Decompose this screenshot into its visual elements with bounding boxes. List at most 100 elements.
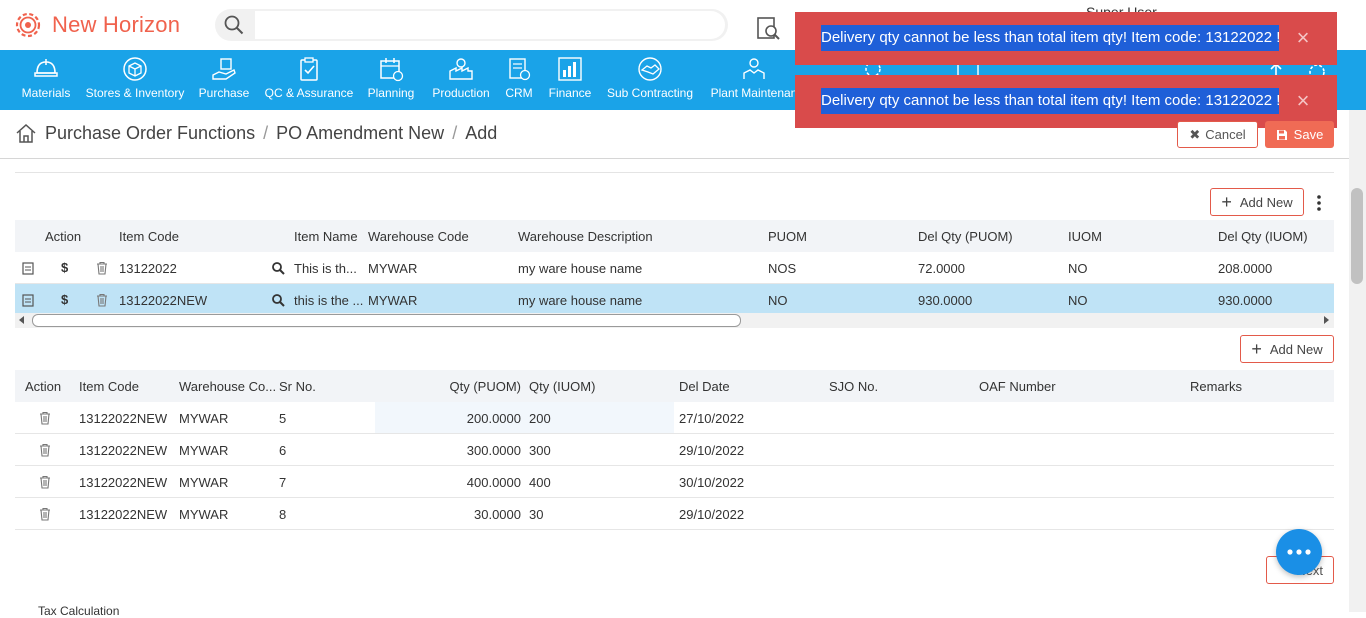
trash-icon[interactable] <box>38 411 52 425</box>
chat-button[interactable] <box>1276 529 1322 575</box>
nav-label: Finance <box>548 86 592 100</box>
sr-no: 5 <box>279 411 287 426</box>
cancel-button[interactable]: ✖ Cancel <box>1177 121 1258 148</box>
del-date[interactable]: 29/10/2022 <box>679 507 744 522</box>
horizontal-scrollbar[interactable] <box>15 313 1334 328</box>
nav-sub-contracting[interactable]: Sub Contracting <box>606 50 694 110</box>
global-search[interactable] <box>215 9 728 41</box>
column-header[interactable]: Item Code <box>79 379 139 394</box>
trash-icon[interactable] <box>38 475 52 489</box>
nav-materials[interactable]: Materials <box>21 50 71 110</box>
warehouse-code: MYWAR <box>179 411 229 426</box>
del-qty-puom: 72.0000 <box>918 261 965 276</box>
iuom: NO <box>1068 261 1088 276</box>
table-row[interactable]: 13122022NEW MYWAR 5 200.0000 200 27/10/2… <box>15 402 1334 434</box>
column-header[interactable]: IUOM <box>1068 229 1102 244</box>
column-header[interactable]: Del Date <box>679 379 730 394</box>
clipboard-icon[interactable] <box>21 261 35 275</box>
column-header[interactable]: Item Name <box>294 229 358 244</box>
nav-label: Production <box>432 86 490 100</box>
column-header[interactable]: Qty (PUOM) <box>375 379 522 394</box>
more-options-icon[interactable] <box>1312 193 1326 213</box>
qty-puom[interactable]: 400.0000 <box>375 475 521 490</box>
qty-iuom[interactable]: 300 <box>529 443 551 458</box>
qty-iuom[interactable]: 400 <box>529 475 551 490</box>
column-header[interactable]: Qty (IUOM) <box>529 379 595 394</box>
trash-icon[interactable] <box>95 293 109 307</box>
scroll-left-icon[interactable] <box>19 316 24 324</box>
add-new-label: Add New <box>1239 194 1293 210</box>
close-icon[interactable]: × <box>1291 26 1315 50</box>
column-header[interactable]: PUOM <box>768 229 807 244</box>
app-logo[interactable]: New Horizon <box>12 9 180 41</box>
divider <box>0 158 1349 159</box>
column-header: Action <box>25 379 62 394</box>
breadcrumb-item[interactable]: Purchase Order Functions <box>45 123 255 144</box>
table-row[interactable]: 13122022NEW MYWAR 7 400.0000 400 30/10/2… <box>15 466 1334 498</box>
close-icon[interactable]: × <box>1291 89 1315 113</box>
home-icon[interactable] <box>15 122 37 144</box>
nav-plant-maintenance[interactable]: Plant Maintenan <box>708 50 800 110</box>
vertical-scrollbar[interactable] <box>1349 110 1366 612</box>
gear-logo-icon <box>15 12 41 38</box>
plus-icon: + <box>1221 191 1232 212</box>
nav-label: CRM <box>505 86 533 100</box>
breadcrumb-item[interactable]: PO Amendment New <box>276 123 444 144</box>
del-date[interactable]: 27/10/2022 <box>679 411 744 426</box>
save-button[interactable]: Save <box>1265 121 1334 148</box>
trash-icon[interactable] <box>38 443 52 457</box>
del-date[interactable]: 30/10/2022 <box>679 475 744 490</box>
column-header[interactable]: Del Qty (PUOM) <box>918 229 1013 244</box>
del-date[interactable]: 29/10/2022 <box>679 443 744 458</box>
table-row[interactable]: $ 13122022 This is th... MYWAR my ware h… <box>15 252 1334 284</box>
nav-planning[interactable]: Planning <box>366 50 416 110</box>
column-header[interactable]: Item Code <box>119 229 179 244</box>
table-row[interactable]: 13122022NEW MYWAR 6 300.0000 300 29/10/2… <box>15 434 1334 466</box>
qty-puom[interactable]: 300.0000 <box>375 443 521 458</box>
floppy-disk-icon <box>1276 129 1287 140</box>
add-item-button[interactable]: + Add New <box>1210 188 1304 216</box>
calendar-icon <box>380 58 404 82</box>
nav-stores-inventory[interactable]: Stores & Inventory <box>86 50 184 110</box>
column-header[interactable]: Sr No. <box>279 379 316 394</box>
toast-message: Delivery qty cannot be less than total i… <box>821 88 1279 114</box>
search-input[interactable] <box>255 11 725 39</box>
column-header[interactable]: Warehouse Description <box>518 229 653 244</box>
column-header[interactable]: OAF Number <box>979 379 1056 394</box>
column-header[interactable]: Del Qty (IUOM) <box>1218 229 1308 244</box>
warehouse-description: my ware house name <box>518 293 643 308</box>
column-header[interactable]: Warehouse Co... <box>179 379 276 394</box>
table-row[interactable]: 13122022NEW MYWAR 8 30.0000 30 29/10/202… <box>15 498 1334 530</box>
trash-icon[interactable] <box>95 261 109 275</box>
clipboard-icon[interactable] <box>21 293 35 307</box>
add-schedule-button[interactable]: + Add New <box>1240 335 1334 363</box>
nav-label: Sub Contracting <box>606 86 694 100</box>
qty-puom[interactable]: 30.0000 <box>375 507 521 522</box>
nav-purchase[interactable]: Purchase <box>197 50 251 110</box>
column-header[interactable]: Remarks <box>1190 379 1242 394</box>
search-icon[interactable] <box>223 14 245 36</box>
scrollbar-thumb[interactable] <box>32 314 741 327</box>
document-search-icon[interactable] <box>756 16 782 42</box>
nav-label: Plant Maintenan <box>710 86 798 100</box>
qty-iuom[interactable]: 200 <box>529 411 551 426</box>
nav-finance[interactable]: Finance <box>548 50 592 110</box>
divider <box>15 172 1334 173</box>
qty-iuom[interactable]: 30 <box>529 507 543 522</box>
trash-icon[interactable] <box>38 507 52 521</box>
column-header[interactable]: Warehouse Code <box>368 229 469 244</box>
dollar-icon[interactable]: $ <box>61 260 68 275</box>
nav-qc-assurance[interactable]: QC & Assurance <box>264 50 354 110</box>
nav-label: Materials <box>21 86 71 100</box>
nav-production[interactable]: Production <box>430 50 492 110</box>
search-icon[interactable] <box>271 293 285 307</box>
nav-label: QC & Assurance <box>264 86 354 100</box>
dollar-icon[interactable]: $ <box>61 292 68 307</box>
column-header[interactable]: SJO No. <box>829 379 878 394</box>
search-icon[interactable] <box>271 261 285 275</box>
scroll-right-icon[interactable] <box>1324 316 1329 324</box>
qty-puom[interactable]: 200.0000 <box>375 411 521 426</box>
scrollbar-thumb[interactable] <box>1351 188 1363 284</box>
table-row-selected[interactable]: $ 13122022NEW this is the ... MYWAR my w… <box>15 284 1334 316</box>
nav-crm[interactable]: CRM <box>503 50 535 110</box>
